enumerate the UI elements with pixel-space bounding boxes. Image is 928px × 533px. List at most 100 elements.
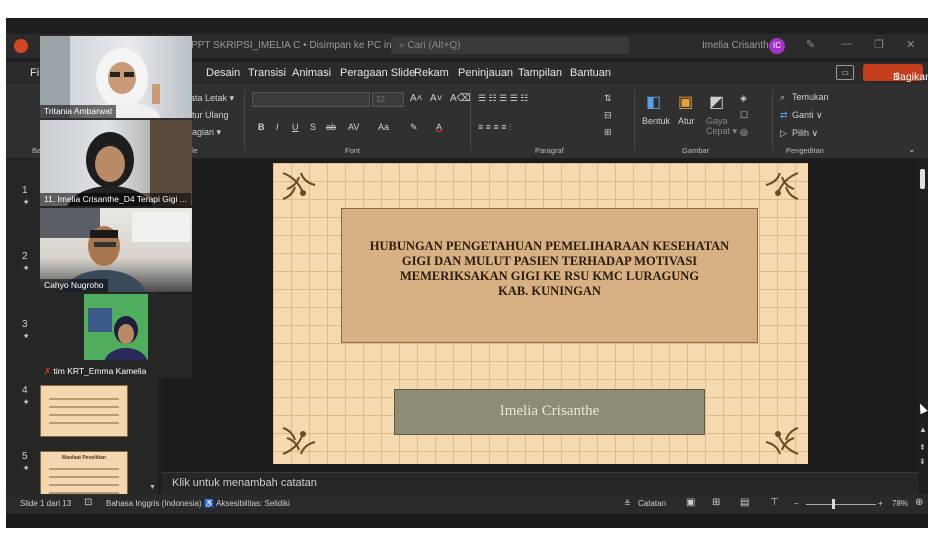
slide-number-5: 5 <box>22 451 28 462</box>
zoom-level[interactable]: 78% <box>892 499 908 508</box>
font-color-icon[interactable]: A <box>436 122 442 132</box>
replace-icon: ⇄ <box>780 110 788 120</box>
notes-pane[interactable]: Klik untuk menambah catatan <box>162 472 918 496</box>
accessibility-status[interactable]: Aksesibilitas: Selidiki <box>216 499 290 508</box>
slide-sorter-icon[interactable]: ⊞ <box>712 497 720 508</box>
zoom-out-icon[interactable]: − <box>794 499 799 508</box>
minimize-icon[interactable]: — <box>841 38 852 50</box>
thumb-line <box>49 476 119 478</box>
previous-slide-icon[interactable]: ⇞ <box>919 443 926 452</box>
align-text-icon[interactable]: ⊟ <box>604 110 612 121</box>
ornament-top-right-icon <box>765 172 799 200</box>
shape-effects-icon[interactable]: ◎ <box>740 127 748 138</box>
status-bar: Slide 1 dari 13 ⊡ Bahasa Inggris (Indone… <box>6 494 928 514</box>
shadow-icon[interactable]: S <box>310 122 316 132</box>
comments-button[interactable]: ▭ <box>836 65 854 80</box>
zoom-slider-thumb[interactable] <box>832 499 835 509</box>
zoom-in-icon[interactable]: + <box>878 499 883 508</box>
ornament-bottom-right-icon <box>765 427 799 455</box>
zoom-slider[interactable] <box>806 504 876 505</box>
notes-toggle-button[interactable]: Catatan <box>638 499 666 508</box>
replace-button[interactable]: Ganti ∨ <box>792 110 823 121</box>
arrange-button[interactable]: Atur <box>678 116 695 126</box>
change-case-icon[interactable]: Aa <box>378 122 389 132</box>
slideshow-icon[interactable]: ⊤ <box>770 497 779 508</box>
spellcheck-icon[interactable]: ⊡ <box>84 497 92 508</box>
tab-record[interactable]: Rekam <box>414 67 449 79</box>
section-button[interactable]: agian ▾ <box>192 127 221 138</box>
select-button[interactable]: Pilih ∨ <box>792 128 818 139</box>
vertical-scrollbar[interactable]: ▲ ⇞ ⇟ <box>918 159 928 483</box>
participant-name: 11. Imelia Crisanthe_D4 Terapi Gigi ... <box>40 193 191 206</box>
shapes-button[interactable]: Bentuk <box>642 116 670 126</box>
tab-help[interactable]: Bantuan <box>570 67 611 79</box>
shapes-icon[interactable]: ◧ <box>646 92 661 112</box>
tab-design[interactable]: Desain <box>206 67 240 79</box>
find-button[interactable]: Temukan <box>792 92 829 102</box>
font-family-select[interactable] <box>252 92 370 107</box>
close-icon[interactable]: ✕ <box>906 38 915 51</box>
language-indicator[interactable]: Bahasa Inggris (Indonesia) <box>106 499 202 508</box>
align-icons[interactable]: ≡ ≡ ≡ ≡ ⫶ <box>478 122 511 133</box>
font-size-value: 12 <box>376 95 385 104</box>
participant-tile-2[interactable]: 11. Imelia Crisanthe_D4 Terapi Gigi ... <box>40 120 192 206</box>
person-silhouette-icon <box>88 308 148 378</box>
tab-file[interactable]: Fi <box>30 67 39 79</box>
spacing-icon[interactable]: AV <box>348 122 359 132</box>
slide-subtitle-box[interactable]: Imelia Crisanthe <box>394 389 705 435</box>
user-name[interactable]: Imelia Crisanthe <box>702 40 774 51</box>
smartart-icon[interactable]: ⊞ <box>604 127 612 138</box>
strikethrough-icon[interactable]: ab <box>326 122 336 132</box>
collapse-ribbon-icon[interactable]: ⌄ <box>908 144 916 155</box>
shrink-font-icon[interactable]: A˅ <box>430 93 443 104</box>
normal-view-icon[interactable]: ▣ <box>686 497 695 508</box>
tab-transitions[interactable]: Transisi <box>248 67 286 79</box>
quick-styles-button[interactable]: Gaya Cepat ▾ <box>706 116 738 137</box>
fit-to-window-icon[interactable]: ⊕ <box>915 497 923 508</box>
shape-fill-icon[interactable]: ◈ <box>740 93 747 104</box>
tab-review[interactable]: Peninjauan <box>458 67 513 79</box>
user-avatar[interactable]: IC <box>769 38 785 54</box>
share-button[interactable]: ⇪ Bagikan <box>863 64 928 83</box>
grow-font-icon[interactable]: A˄ <box>410 93 423 104</box>
tab-animations[interactable]: Animasi <box>292 67 331 79</box>
underline-icon[interactable]: U <box>292 122 299 132</box>
bullets-icon[interactable]: ☰ ☷ ☰ ☰ ☷ <box>478 93 528 104</box>
restore-icon[interactable]: ❐ <box>874 38 884 51</box>
participant-tile-3[interactable]: Cahyo Nugroho <box>40 208 192 292</box>
clear-format-icon[interactable]: A⌫ <box>450 93 471 104</box>
text-direction-icon[interactable]: ⇅ <box>604 93 612 104</box>
layout-button[interactable]: ata Letak ▾ <box>190 93 234 104</box>
tab-slideshow[interactable]: Peragaan Slide <box>340 67 415 79</box>
current-slide[interactable]: HUBUNGAN PENGETAHUAN PEMELIHARAAN KESEHA… <box>273 163 808 464</box>
slide-counter[interactable]: Slide 1 dari 13 <box>20 499 71 508</box>
font-size-select[interactable]: 12 <box>372 92 404 107</box>
scroll-down-icon[interactable]: ▼ <box>149 484 156 491</box>
reading-view-icon[interactable]: ▤ <box>740 497 749 508</box>
slide-number-4: 4 <box>22 385 28 396</box>
paragraph-group-label: Paragraf <box>535 146 564 155</box>
slide-thumbnail-4[interactable] <box>40 385 128 437</box>
scrollbar-thumb[interactable] <box>920 169 925 189</box>
quick-styles-icon[interactable]: ◩ <box>709 92 724 112</box>
next-slide-icon[interactable]: ⇟ <box>919 457 926 466</box>
bold-icon[interactable]: B <box>258 122 265 132</box>
slide-title-box[interactable]: HUBUNGAN PENGETAHUAN PEMELIHARAAN KESEHA… <box>341 208 758 343</box>
reset-button[interactable]: tur Ulang <box>192 110 229 120</box>
highlight-icon[interactable]: ✎ <box>410 122 418 133</box>
shape-outline-icon[interactable]: ☐ <box>740 110 748 121</box>
thumb-title: Manfaat Penelitian <box>62 455 106 461</box>
document-title[interactable]: PPT SKRIPSI_IMELIA C • Disimpan ke PC in… <box>191 40 404 51</box>
participant-tile-4[interactable]: ✗ tim KRT_Emma Kamelia <box>40 294 192 378</box>
participant-name: tim KRT_Emma Kamelia <box>53 366 147 376</box>
font-group-label: Font <box>345 146 361 155</box>
search-box[interactable]: ⌕ Cari (Alt+Q) <box>391 37 629 54</box>
ribbon-divider <box>772 90 773 150</box>
italic-icon[interactable]: I <box>276 122 279 132</box>
scroll-up-icon[interactable]: ▲ <box>919 425 927 434</box>
pen-icon[interactable]: ✎ <box>806 38 815 51</box>
thumb-line <box>49 398 119 400</box>
participant-tile-1[interactable]: Tritania Ambarwat <box>40 36 192 118</box>
tab-view[interactable]: Tampilan <box>518 67 562 79</box>
arrange-icon[interactable]: ▣ <box>678 92 693 112</box>
